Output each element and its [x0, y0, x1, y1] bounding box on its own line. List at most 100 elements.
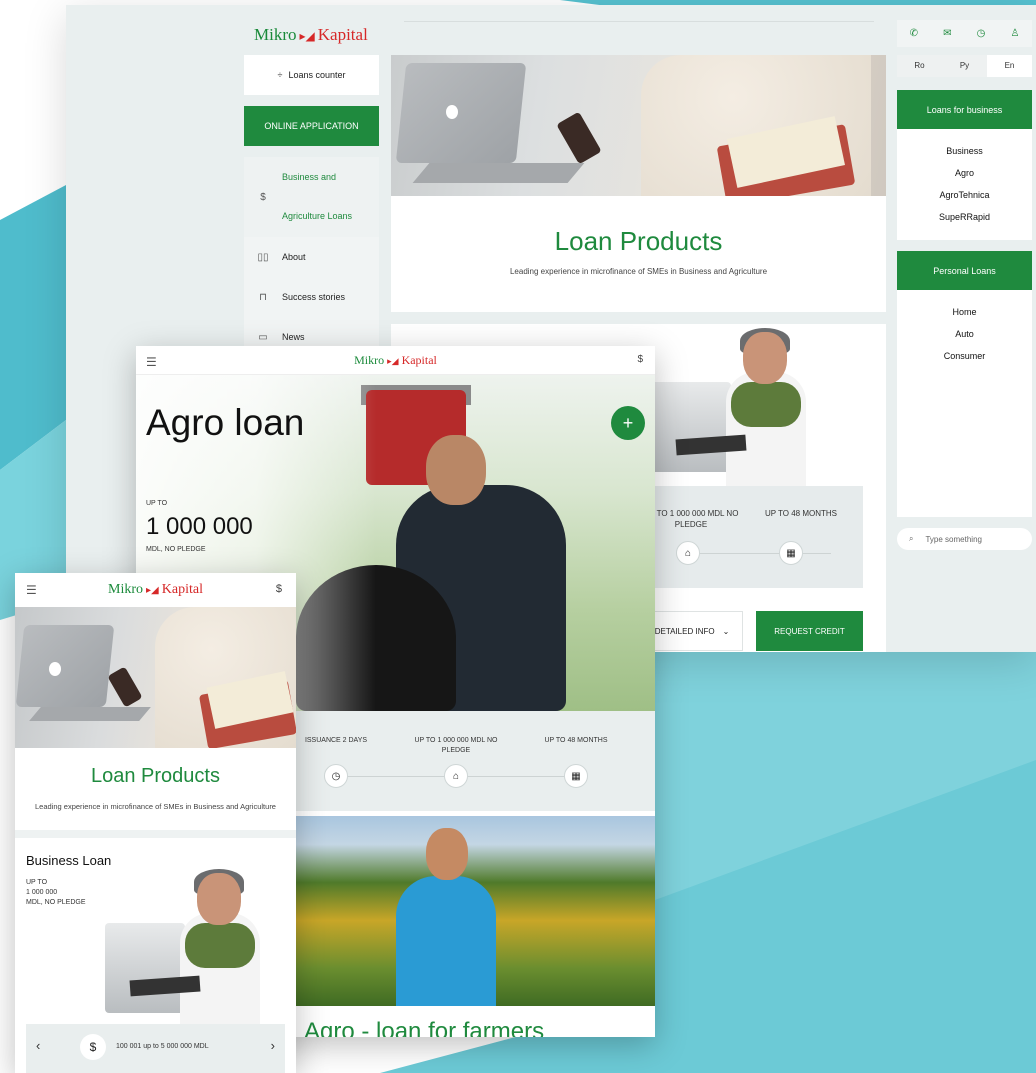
laptop-screen — [15, 625, 115, 707]
farmer-head — [426, 828, 468, 880]
page-title: Loan Products — [91, 765, 220, 787]
stat-term: UP TO 48 MONTHS — [764, 509, 838, 518]
dollar-icon: $ — [260, 191, 266, 203]
clock-icon: ◷ — [324, 764, 348, 788]
mail-icon[interactable]: ✉ — [943, 28, 951, 39]
hero-image-laptop — [15, 607, 296, 748]
woman-sleeve — [185, 923, 255, 968]
calculator-icon: ÷ — [277, 70, 283, 80]
laptop-base — [29, 707, 151, 721]
phone-header: ☰ Mikro ▸◢ Kapital $ — [15, 573, 296, 607]
link-home[interactable]: Home — [897, 301, 1032, 323]
menu-item-business-agro[interactable]: $ Business and Agriculture Loans — [244, 157, 379, 237]
link-agro[interactable]: Agro — [897, 162, 1032, 184]
logo[interactable]: Mikro ▸◢ Kapital — [254, 25, 368, 45]
side-menu: $ Business and Agriculture Loans ▯▯ Abou… — [244, 157, 379, 357]
loan-products-card: Loan Products Leading experience in micr… — [15, 748, 296, 830]
phone-icon[interactable]: ✆ — [910, 28, 918, 39]
contact-icons: ✆ ✉ ◷ ♙ — [897, 20, 1032, 47]
loans-counter-button[interactable]: ÷ Loans counter — [244, 55, 379, 95]
menu-item-label: Success stories — [282, 291, 346, 302]
link-agrotehnica[interactable]: AgroTehnica — [897, 184, 1032, 206]
chevron-left-icon[interactable]: ‹ — [36, 1038, 40, 1053]
logo-word-2: Kapital — [317, 25, 368, 44]
search-placeholder: Type something — [925, 534, 982, 544]
loans-counter-label: Loans counter — [288, 70, 346, 80]
chevron-right-icon[interactable]: › — [271, 1038, 275, 1053]
home-icon: ⌂ — [676, 541, 700, 565]
woman-head — [197, 873, 241, 925]
hero-title: Agro loan — [146, 402, 305, 443]
book-icon: ⊓ — [259, 291, 267, 303]
book-open-icon: ▯▯ — [257, 251, 269, 263]
request-credit-label: REQUEST CREDIT — [774, 626, 845, 636]
apple-logo-icon — [49, 662, 61, 676]
link-consumer[interactable]: Consumer — [897, 345, 1032, 367]
lang-ro[interactable]: Ro — [897, 55, 942, 77]
smartphone — [556, 111, 602, 165]
page-subtitle: Leading experience in microfinance of SM… — [509, 267, 768, 276]
stat-term: UP TO 48 MONTHS — [544, 737, 608, 744]
card-title: Business Loan — [26, 853, 112, 868]
link-superrapid[interactable]: SupeRRapid — [897, 206, 1032, 228]
woman-head — [743, 332, 787, 384]
business-loans-header: Loans for business — [897, 90, 1032, 129]
card-details: UP TO 1 000 000 MDL, NO PLEDGE — [26, 878, 86, 908]
farmer-shirt — [396, 876, 496, 1006]
business-loan-card[interactable]: Business Loan UP TO 1 000 000 MDL, NO PL… — [15, 838, 296, 1073]
plus-button[interactable]: + — [611, 406, 645, 440]
business-loans-list: Business Agro AgroTehnica SupeRRapid — [897, 129, 1032, 228]
logo-word-1: Mikro — [108, 582, 144, 597]
page-subtitle: Leading experience in microfinance of SM… — [35, 802, 276, 811]
search-icon: ⌕ — [909, 534, 914, 543]
logo-mark-icon: ▸◢ — [146, 585, 159, 596]
header-divider — [404, 21, 874, 22]
tablet-header: ☰ Mikro ▸◢ Kapital $ — [136, 346, 655, 375]
lang-ru[interactable]: Ру — [942, 55, 987, 77]
loan-stats: UP TO 1 000 000 MDL NO PLEDGE UP TO 48 M… — [641, 486, 863, 588]
dollar-icon[interactable]: $ — [276, 583, 282, 595]
card-unit: MDL, NO PLEDGE — [26, 899, 86, 906]
menu-item-label: News — [282, 331, 305, 342]
calendar-icon: ▦ — [779, 541, 803, 565]
menu-item-label: About — [282, 251, 306, 262]
hero-amount: 1 000 000 — [146, 513, 253, 540]
calendar-icon: ▭ — [258, 331, 268, 343]
link-business[interactable]: Business — [897, 140, 1032, 162]
online-application-button[interactable]: ONLINE APPLICATION — [244, 106, 379, 146]
link-auto[interactable]: Auto — [897, 323, 1032, 345]
smartphone — [107, 666, 143, 708]
detailed-info-button[interactable]: DETAILED INFO ⌄ — [641, 611, 743, 651]
request-credit-button[interactable]: REQUEST CREDIT — [756, 611, 863, 651]
logo-mark-icon: ▸◢ — [387, 356, 399, 366]
amount-slider: ‹ $ 100 001 up to 5 000 000 MDL › — [26, 1024, 285, 1073]
laptop-base — [412, 163, 585, 183]
logo-word-2: Kapital — [401, 353, 437, 367]
logo[interactable]: Mikro ▸◢ Kapital — [136, 353, 655, 368]
hero-unit: MDL, NO PLEDGE — [146, 546, 206, 553]
woman-with-printer-image — [651, 328, 811, 487]
personal-loans-header: Personal Loans — [897, 251, 1032, 290]
printer — [105, 923, 185, 1013]
online-application-label: ONLINE APPLICATION — [264, 121, 359, 131]
hero-image-laptop — [391, 55, 886, 196]
user-icon[interactable]: ♙ — [1010, 28, 1019, 39]
logo[interactable]: Mikro ▸◢ Kapital — [15, 582, 296, 598]
stat-amount: UP TO 1 000 000 MDL NO PLEDGE — [643, 509, 739, 529]
menu-item-success-stories[interactable]: ⊓ Success stories — [244, 277, 379, 317]
menu-item-label: Business and Agriculture Loans — [282, 172, 353, 221]
stat-connector — [681, 553, 831, 554]
detailed-info-label: DETAILED INFO — [654, 626, 715, 636]
business-loans-box: Loans for business Business Agro AgroTeh… — [897, 90, 1032, 240]
lang-en[interactable]: En — [987, 55, 1032, 77]
dollar-icon[interactable]: $ — [637, 354, 643, 365]
menu-item-about[interactable]: ▯▯ About — [244, 237, 379, 277]
clock-icon[interactable]: ◷ — [977, 28, 986, 39]
calendar-icon: ▦ — [564, 764, 588, 788]
search-input[interactable]: ⌕ Type something — [897, 528, 1032, 550]
logo-word-1: Mikro — [354, 353, 385, 367]
woman-with-printer-image — [105, 869, 265, 1028]
home-icon: ⌂ — [444, 764, 468, 788]
printer — [651, 382, 731, 472]
card-upto: UP TO — [26, 879, 48, 886]
